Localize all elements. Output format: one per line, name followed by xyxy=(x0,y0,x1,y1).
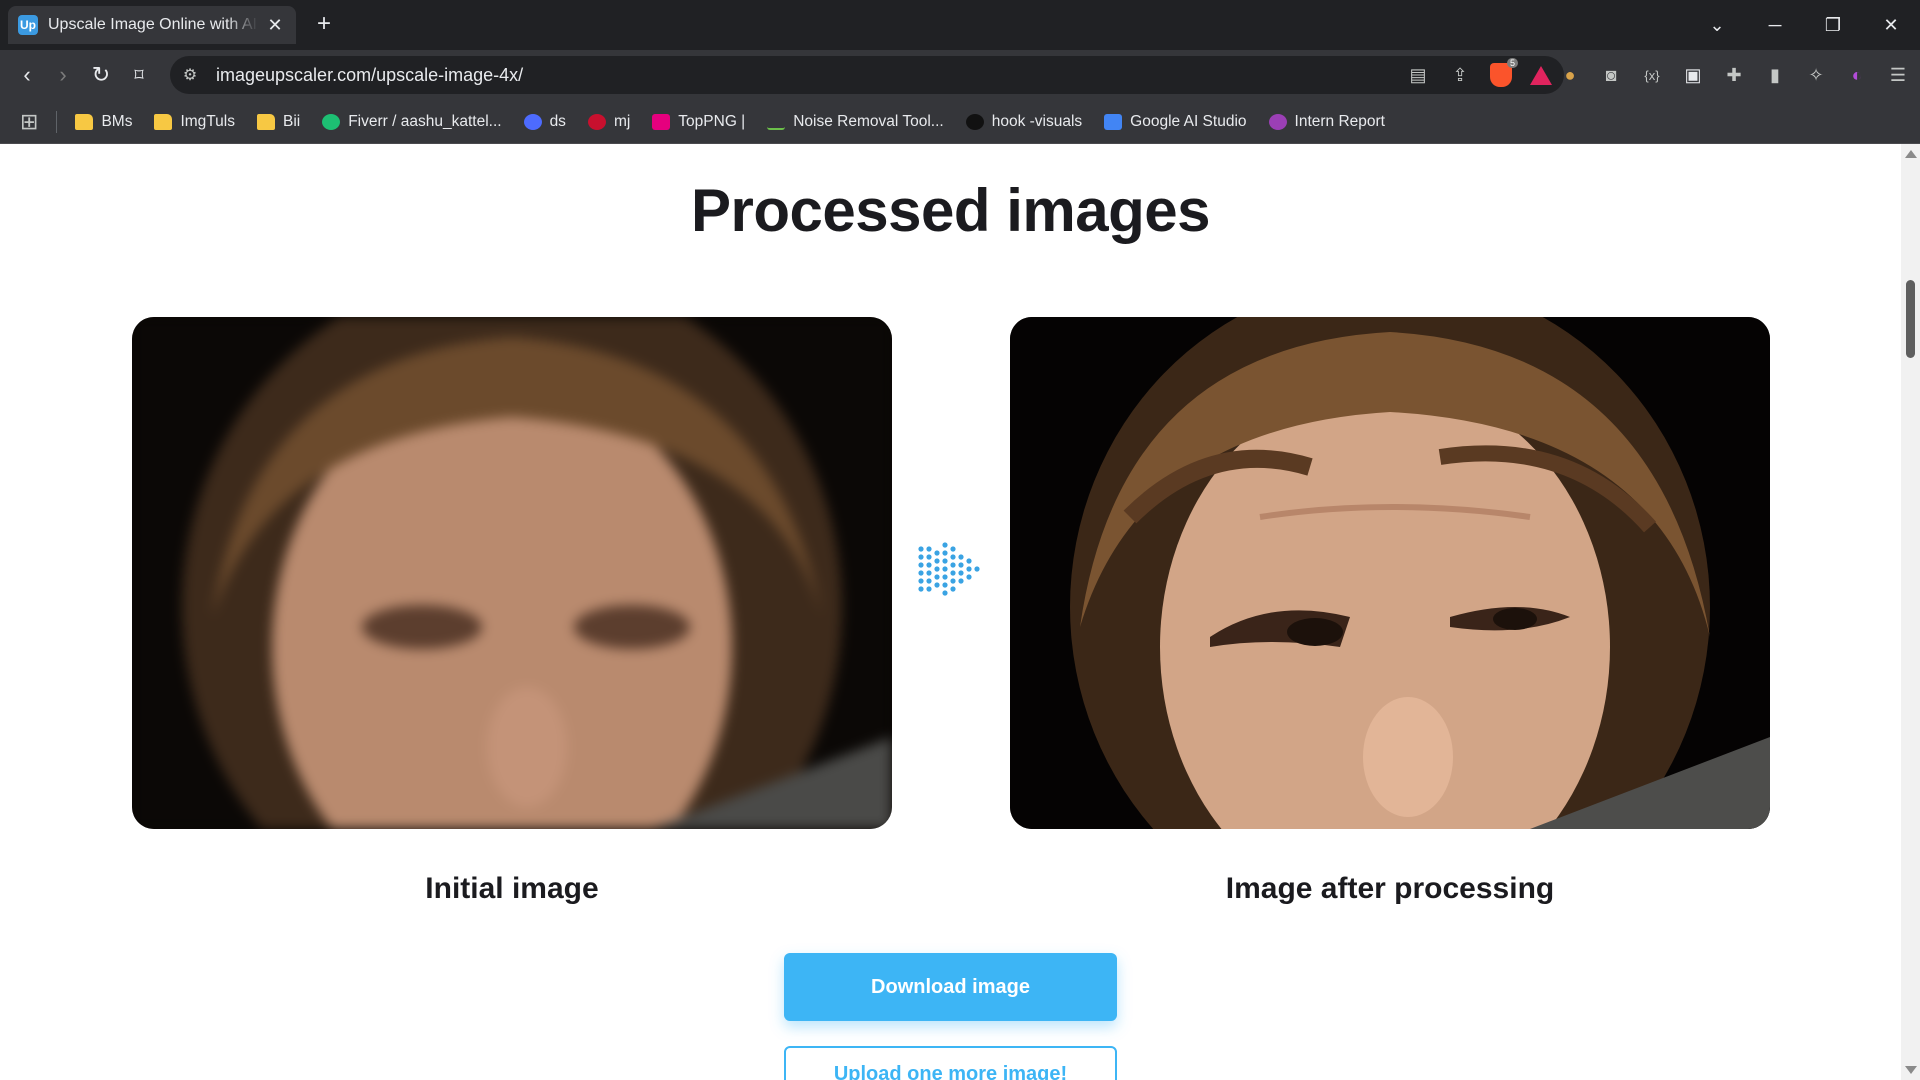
arrow-right-icon xyxy=(918,542,980,596)
cookie-icon[interactable]: ● xyxy=(1558,65,1582,86)
download-image-button[interactable]: Download image xyxy=(784,953,1117,1021)
mj-icon xyxy=(587,113,606,130)
processed-image-caption: Image after processing xyxy=(1225,872,1555,905)
url-text: imageupscaler.com/upscale-image-4x/ xyxy=(216,64,524,85)
page-scrollbar[interactable] xyxy=(1901,144,1920,1080)
puzzle-icon[interactable]: ✚ xyxy=(1722,65,1746,86)
address-bar[interactable]: ⚙ imageupscaler.com/upscale-image-4x/ ▤ … xyxy=(170,56,1564,94)
apps-grid-icon[interactable]: ⊞ xyxy=(20,109,38,135)
minimize-icon[interactable]: ─ xyxy=(1746,15,1804,36)
bookmark-item[interactable]: BMs xyxy=(75,113,132,131)
bookmark-label: TopPNG | xyxy=(678,112,746,130)
ai-studio-icon xyxy=(1104,113,1123,130)
bookmark-item[interactable]: ds xyxy=(523,112,566,131)
tiktok-icon xyxy=(965,113,984,130)
bookmark-label: ImgTuls xyxy=(180,112,235,130)
close-tab-icon[interactable]: ✕ xyxy=(264,15,286,36)
browser-toolbar: ‹ › ↻ ⌑ ⚙ imageupscaler.com/upscale-imag… xyxy=(0,50,1920,100)
bookmark-item[interactable]: Noise Removal Tool... xyxy=(767,112,944,131)
camera-icon[interactable]: ◙ xyxy=(1599,65,1623,86)
upload-another-image-button[interactable]: Upload one more image! xyxy=(784,1046,1117,1080)
reader-mode-icon[interactable]: ▤ xyxy=(1406,65,1430,86)
site-favicon-icon: Up xyxy=(18,15,38,35)
bookmark-label: Intern Report xyxy=(1294,112,1385,130)
reload-icon[interactable]: ↻ xyxy=(86,60,116,90)
code-icon[interactable]: {x} xyxy=(1640,68,1664,83)
share-icon[interactable]: ⇪ xyxy=(1448,65,1472,86)
close-window-icon[interactable]: ✕ xyxy=(1862,15,1920,36)
bookmark-item[interactable]: TopPNG | xyxy=(652,113,745,131)
bookmark-item[interactable]: hook -visuals xyxy=(965,112,1083,131)
extension-badge-icon[interactable]: ▣ xyxy=(1681,65,1705,86)
initial-image xyxy=(132,317,892,829)
bookmark-item[interactable]: Intern Report xyxy=(1268,112,1385,131)
bookmark-separator xyxy=(56,110,58,133)
window-controls: ⌄ ─ ❐ ✕ xyxy=(1688,0,1920,50)
restore-icon[interactable]: ❐ xyxy=(1804,15,1862,36)
forward-icon[interactable]: › xyxy=(48,60,78,90)
sparkle-icon[interactable]: ✧ xyxy=(1804,65,1828,86)
menu-icon[interactable]: ☰ xyxy=(1886,65,1910,86)
bookmark-item[interactable]: mj xyxy=(587,112,631,131)
folder-icon xyxy=(256,113,275,130)
bookmarks-bar: ⊞ BMs ImgTuls Bii Fiverr / aashu_kattel.… xyxy=(0,100,1920,144)
bookmark-label: hook -visuals xyxy=(991,112,1083,130)
extensions-area: ● ◙ {x} ▣ ✚ ▮ ✧ ◐ ☰ xyxy=(1558,60,1910,90)
bookmark-icon[interactable]: ⌑ xyxy=(124,60,154,90)
tab-search-icon[interactable]: ⌄ xyxy=(1688,15,1746,36)
scroll-thumb[interactable] xyxy=(1906,280,1915,358)
bookmark-label: mj xyxy=(613,112,631,130)
processed-image xyxy=(1010,317,1770,829)
bookmark-item[interactable]: Bii xyxy=(256,112,301,131)
report-icon xyxy=(1268,113,1287,130)
bookmark-label: ds xyxy=(549,112,566,130)
bookmark-item[interactable]: Fiverr / aashu_kattel... xyxy=(322,112,502,131)
ds-icon xyxy=(523,113,542,130)
tab-strip: Up Upscale Image Online with AI - ✕ + ⌄ … xyxy=(0,0,1920,50)
scroll-down-icon[interactable] xyxy=(1905,1066,1917,1074)
bookmark-item[interactable]: Google AI Studio xyxy=(1104,112,1247,131)
back-icon[interactable]: ‹ xyxy=(12,60,42,90)
initial-image-caption: Initial image xyxy=(425,872,599,905)
fiverr-icon xyxy=(322,113,341,130)
scroll-up-icon[interactable] xyxy=(1905,150,1917,158)
bookmark-label: Noise Removal Tool... xyxy=(793,112,944,130)
folder-icon xyxy=(154,113,173,130)
face-photo-blurry xyxy=(132,317,892,829)
folder-icon xyxy=(75,113,94,130)
shields-count-badge: 5 xyxy=(1506,58,1518,68)
site-info-icon[interactable]: ⚙ xyxy=(170,65,210,85)
bookmark-item[interactable]: ImgTuls xyxy=(154,113,235,131)
profile-icon[interactable]: ◐ xyxy=(1845,65,1869,86)
active-tab[interactable]: Up Upscale Image Online with AI - ✕ xyxy=(8,6,296,44)
brave-rewards-icon[interactable] xyxy=(1530,65,1552,85)
sidebar-icon[interactable]: ▮ xyxy=(1763,65,1787,86)
brave-shields-icon[interactable]: 5 xyxy=(1490,58,1518,87)
new-tab-button[interactable]: + xyxy=(310,10,338,38)
noise-icon xyxy=(767,114,786,130)
tab-title: Upscale Image Online with AI - xyxy=(48,16,258,33)
bookmark-label: Bii xyxy=(282,112,301,130)
page-viewport: Processed images Initial image Image aft… xyxy=(0,144,1901,1080)
toppng-icon xyxy=(652,113,671,130)
bookmark-label: Google AI Studio xyxy=(1130,112,1247,130)
bookmark-label: BMs xyxy=(101,112,133,130)
page-title: Processed images xyxy=(691,177,1210,244)
face-photo-sharp xyxy=(1010,317,1770,829)
bookmark-label: Fiverr / aashu_kattel... xyxy=(348,112,502,130)
